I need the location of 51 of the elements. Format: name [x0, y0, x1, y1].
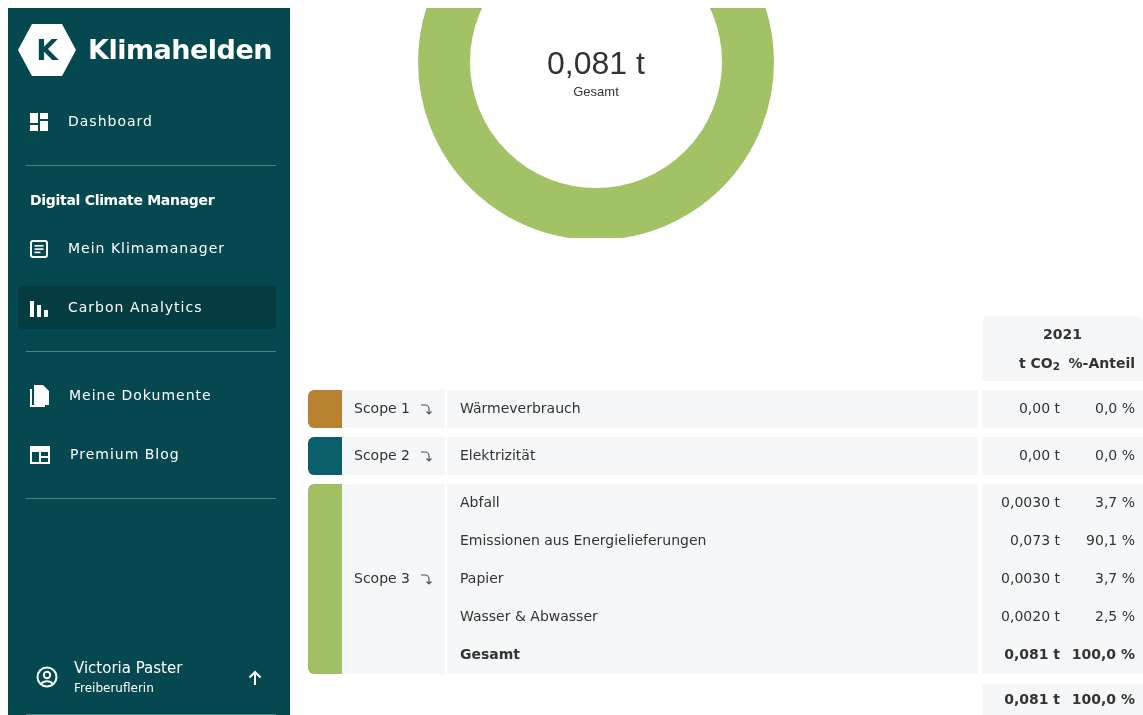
co2-value: 0,0020 t — [1000, 607, 1060, 627]
total-label: Gesamt — [573, 84, 619, 99]
logo-icon: K — [18, 24, 76, 76]
section-heading: Digital Climate Manager — [29, 191, 216, 210]
share-value: 0,0 % — [1093, 446, 1135, 466]
files-icon — [30, 384, 49, 407]
co2-value: 0,073 t — [1008, 531, 1060, 551]
scope-label: Scope 1 — [354, 399, 410, 419]
share-value: 0,0 % — [1093, 399, 1135, 419]
category-label: Wärmeverbrauch — [460, 399, 581, 419]
share-value: 100,0 % — [1070, 689, 1135, 709]
co2-value: 0,00 t — [1017, 399, 1060, 419]
dashboard-icon — [30, 112, 48, 131]
nav-item[interactable]: Carbon Analytics — [18, 286, 276, 329]
column-header: %-Anteil — [1067, 353, 1135, 373]
co2-value: 0,0030 t — [1000, 493, 1060, 513]
share-value: 3,7 % — [1093, 493, 1135, 513]
share-value: 90,1 % — [1085, 531, 1135, 551]
nav-item[interactable]: Dashboard — [18, 100, 276, 143]
user-icon — [36, 666, 58, 688]
user-role: Freiberuflerin — [74, 680, 155, 698]
year-header: 2021 — [1042, 324, 1083, 344]
turn-arrow-icon — [420, 572, 432, 585]
category-label: Gesamt — [460, 645, 521, 665]
total-value: 0,081 t — [547, 45, 645, 81]
up-arrow-icon — [248, 669, 262, 686]
turn-arrow-icon — [420, 402, 432, 415]
category-label: Papier — [460, 569, 504, 589]
document-icon — [30, 239, 48, 258]
nav-item[interactable]: Premium Blog — [18, 433, 276, 476]
share-value: 100,0 % — [1070, 645, 1135, 665]
scope-label: Scope 2 — [354, 446, 410, 466]
nav-item[interactable]: Mein Klimamanager — [18, 227, 276, 270]
category-label: Wasser & Abwasser — [460, 607, 598, 627]
turn-arrow-icon — [420, 449, 432, 462]
brand-name: Klimahelden — [88, 32, 272, 67]
share-value: 3,7 % — [1093, 569, 1135, 589]
co2-value: 0,081 t — [1003, 645, 1060, 665]
category-label: Elektrizität — [460, 446, 536, 466]
nav-item[interactable]: Meine Dokumente — [18, 374, 276, 417]
scope-label: Scope 3 — [354, 569, 410, 589]
co2-value: 0,081 t — [1003, 689, 1060, 709]
calendar-icon — [30, 445, 50, 464]
bar-chart-icon — [30, 298, 48, 317]
category-label: Emissionen aus Energielieferungen — [460, 531, 707, 551]
co2-value: 0,00 t — [1017, 446, 1060, 466]
co2-value: 0,0030 t — [1000, 569, 1060, 589]
category-label: Abfall — [460, 493, 500, 513]
column-header: t CO$_{2}$ — [1017, 353, 1060, 374]
share-value: 2,5 % — [1093, 607, 1135, 627]
user-name: Victoria Paster — [74, 657, 184, 679]
